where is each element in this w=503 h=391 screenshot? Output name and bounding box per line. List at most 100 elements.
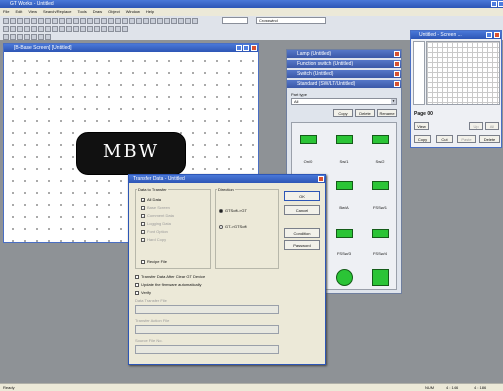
update-firmware-checkbox[interactable]: Update the firmware automatically bbox=[135, 282, 201, 287]
toolbar-button[interactable] bbox=[31, 18, 37, 24]
dialog-close-button[interactable] bbox=[318, 176, 324, 182]
object-tool-button[interactable] bbox=[17, 34, 23, 40]
transfer-option-checkbox[interactable]: ✓ Hard Copy bbox=[141, 237, 174, 245]
direction-pc-to-gt-radio[interactable]: GTSoft->GT bbox=[219, 208, 247, 213]
password-button[interactable]: Password bbox=[284, 240, 320, 250]
lamp-panel-close-button[interactable] bbox=[394, 51, 400, 57]
transfer-option-checkbox[interactable]: ✓ Font Option bbox=[141, 229, 174, 237]
transfer-option-checkbox[interactable]: ✓ Base Screen bbox=[141, 205, 174, 213]
draw-tool-button[interactable] bbox=[17, 26, 23, 32]
toolbar-button[interactable] bbox=[157, 18, 163, 24]
menu-item[interactable]: Object bbox=[108, 9, 120, 14]
rename-part-button[interactable]: Rename bbox=[377, 109, 397, 117]
draw-tool-button[interactable] bbox=[31, 26, 37, 32]
data-transfer-file-input[interactable] bbox=[135, 305, 279, 314]
preview-delete-button[interactable]: Delete bbox=[479, 135, 500, 143]
draw-tool-button[interactable] bbox=[87, 26, 93, 32]
preview-up-button[interactable]: Up bbox=[469, 122, 483, 130]
menu-item[interactable]: Tools bbox=[77, 9, 86, 14]
toolbar-button[interactable] bbox=[108, 18, 114, 24]
source-file-no-input[interactable] bbox=[135, 345, 279, 354]
transfer-option-checkbox[interactable]: ✓ Logging Data bbox=[141, 221, 174, 229]
menu-item[interactable]: Search/Replace bbox=[43, 9, 71, 14]
preview-view-button[interactable]: View bbox=[414, 122, 429, 130]
draw-tool-button[interactable] bbox=[52, 26, 58, 32]
minimize-button[interactable] bbox=[491, 1, 497, 7]
menu-item[interactable]: Draw bbox=[93, 9, 102, 14]
screen-minimize-button[interactable] bbox=[236, 45, 242, 51]
toolbar-button[interactable] bbox=[24, 18, 30, 24]
draw-tool-button[interactable] bbox=[94, 26, 100, 32]
lamp-object[interactable]: MBW bbox=[76, 132, 186, 175]
menu-item[interactable]: Help bbox=[146, 9, 154, 14]
draw-tool-button[interactable] bbox=[80, 26, 86, 32]
toolbar-button[interactable] bbox=[66, 18, 72, 24]
preview-cut-button[interactable]: Cut bbox=[436, 135, 453, 143]
toolbar-button[interactable] bbox=[164, 18, 170, 24]
maximize-button[interactable] bbox=[498, 1, 503, 7]
toolbar-button[interactable] bbox=[150, 18, 156, 24]
clear-device-checkbox[interactable]: Transfer Data After Clear GT Device bbox=[135, 274, 205, 279]
draw-tool-button[interactable] bbox=[101, 26, 107, 32]
toolbar-button[interactable] bbox=[122, 18, 128, 24]
font-combo[interactable]: Crosswind bbox=[256, 17, 326, 24]
object-tool-button[interactable] bbox=[31, 34, 37, 40]
lamp-panel-title-bar[interactable]: Lamp (Untitled) bbox=[287, 50, 401, 58]
toolbar-button[interactable] bbox=[101, 18, 107, 24]
preview-grid[interactable] bbox=[426, 41, 500, 105]
toolbar-button[interactable] bbox=[10, 18, 16, 24]
draw-tool-button[interactable] bbox=[73, 26, 79, 32]
toolbar-button[interactable] bbox=[3, 18, 9, 24]
preview-close-button[interactable] bbox=[494, 32, 500, 38]
toolbar-button[interactable] bbox=[87, 18, 93, 24]
toolbar-button[interactable] bbox=[59, 18, 65, 24]
draw-tool-button[interactable] bbox=[115, 26, 121, 32]
function-switch-panel-title-bar[interactable]: Function switch (Untitled) bbox=[287, 60, 401, 68]
toolbar-button[interactable] bbox=[178, 18, 184, 24]
draw-tool-button[interactable] bbox=[108, 26, 114, 32]
standard-panel-close-button[interactable] bbox=[394, 81, 400, 87]
toolbar-button[interactable] bbox=[143, 18, 149, 24]
preview-copy-button[interactable]: Copy bbox=[414, 135, 431, 143]
screen-maximize-button[interactable] bbox=[243, 45, 249, 51]
part-switch-1[interactable] bbox=[300, 135, 317, 144]
draw-tool-button[interactable] bbox=[122, 26, 128, 32]
draw-tool-button[interactable] bbox=[3, 26, 9, 32]
menu-item[interactable]: View bbox=[28, 9, 37, 14]
recipe-file-checkbox[interactable]: Recipe File bbox=[141, 259, 167, 264]
draw-tool-button[interactable] bbox=[38, 26, 44, 32]
menu-item[interactable]: Edit bbox=[15, 9, 22, 14]
draw-tool-button[interactable] bbox=[45, 26, 51, 32]
part-switch-6[interactable] bbox=[336, 229, 353, 238]
condition-button[interactable]: Condition bbox=[284, 228, 320, 238]
switch-panel-title-bar[interactable]: Switch (Untitled) bbox=[287, 70, 401, 78]
verify-checkbox[interactable]: Verify bbox=[135, 290, 151, 295]
zoom-combo[interactable] bbox=[222, 17, 248, 24]
draw-tool-button[interactable] bbox=[10, 26, 16, 32]
transfer-option-checkbox[interactable]: ✓ Comment Data bbox=[141, 213, 174, 221]
toolbar-button[interactable] bbox=[185, 18, 191, 24]
direction-gt-to-pc-radio[interactable]: GT->GTSoft bbox=[219, 224, 247, 229]
menu-item[interactable]: Window bbox=[126, 9, 140, 14]
menu-item[interactable]: File bbox=[3, 9, 9, 14]
part-switch-2[interactable] bbox=[336, 135, 353, 144]
toolbar-button[interactable] bbox=[17, 18, 23, 24]
draw-tool-button[interactable] bbox=[24, 26, 30, 32]
toolbar-button[interactable] bbox=[192, 18, 198, 24]
preview-paste-button[interactable]: Paste bbox=[457, 135, 476, 143]
draw-tool-button[interactable] bbox=[66, 26, 72, 32]
switch-panel-close-button[interactable] bbox=[394, 71, 400, 77]
object-tool-button[interactable] bbox=[45, 34, 51, 40]
function-switch-close-button[interactable] bbox=[394, 61, 400, 67]
copy-part-button[interactable]: Copy bbox=[333, 109, 353, 117]
preview-minimize-button[interactable] bbox=[486, 32, 492, 38]
part-lamp-round[interactable] bbox=[336, 269, 353, 286]
part-switch-5[interactable] bbox=[372, 181, 389, 190]
toolbar-button[interactable] bbox=[52, 18, 58, 24]
screen-close-button[interactable] bbox=[251, 45, 257, 51]
toolbar-button[interactable] bbox=[80, 18, 86, 24]
toolbar-button[interactable] bbox=[136, 18, 142, 24]
transfer-option-checkbox[interactable]: ✓ All Data bbox=[141, 197, 174, 205]
toolbar-button[interactable] bbox=[171, 18, 177, 24]
object-tool-button[interactable] bbox=[38, 34, 44, 40]
